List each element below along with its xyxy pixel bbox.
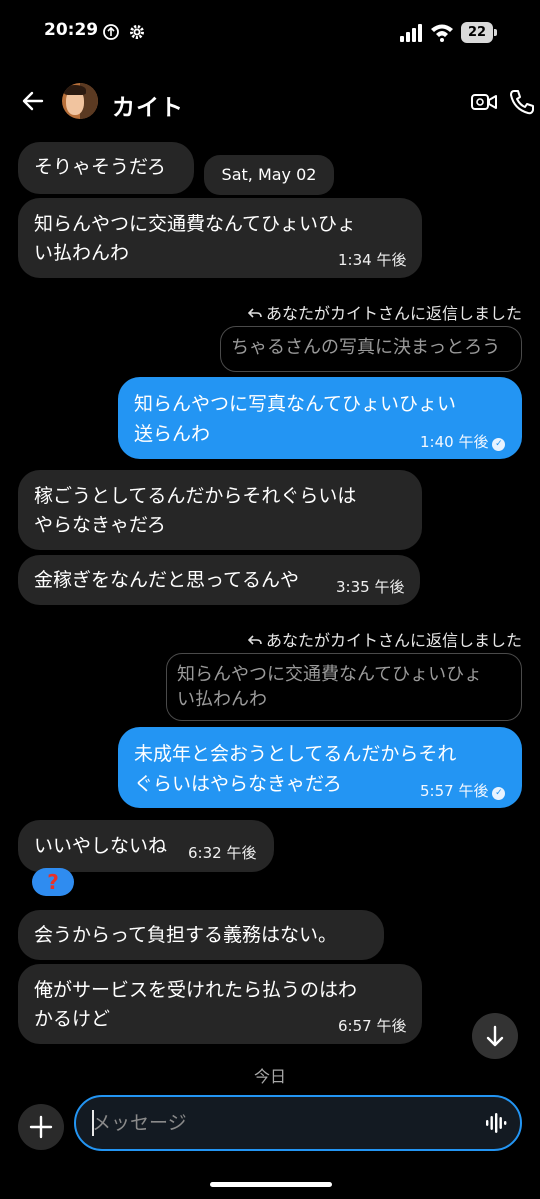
voice-wave-icon[interactable] (484, 1111, 508, 1135)
home-indicator[interactable] (210, 1182, 332, 1187)
gear-icon (130, 25, 144, 39)
message-meta: 1:40 午後 ✓ (420, 427, 506, 457)
message-text-line: 知らんやつに写真なんてひょいひょい (134, 393, 457, 415)
sync-icon (103, 24, 119, 40)
message-text: いいやしないね (34, 835, 168, 857)
message-time: 6:57 午後 (338, 1017, 407, 1035)
message-text: そりゃそうだろ (34, 156, 166, 178)
message-incoming[interactable]: 稼ごうとしてるんだからそれぐらいは やらなきゃだろ (18, 470, 422, 550)
reply-header: あなたがカイトさんに返信しました (247, 627, 522, 651)
status-bar: 20:29 22 (0, 0, 540, 64)
message-text-line: やらなきゃだろ (34, 514, 166, 536)
plus-icon (29, 1115, 53, 1139)
battery-level: 22 (461, 22, 493, 43)
message-text: 会うからって負担する義務はない。 (34, 924, 338, 946)
message-input[interactable] (92, 1107, 472, 1139)
message-time: 1:40 午後 (420, 433, 489, 451)
signal-icon (400, 24, 422, 42)
message-time: 1:34 午後 (338, 251, 407, 269)
reply-quote[interactable]: 知らんやつに交通費なんてひょいひょ い払わんわ (166, 653, 522, 721)
status-time: 20:29 (44, 20, 99, 40)
chat-header: カイト (0, 78, 540, 126)
reply-label-text: あなたがカイトさんに返信しました (265, 631, 522, 650)
wifi-icon (431, 24, 453, 42)
message-incoming[interactable]: そりゃそうだろ (18, 142, 194, 194)
message-incoming[interactable]: 会うからって負担する義務はない。 (18, 910, 384, 960)
reaction-badge[interactable]: ? (32, 868, 74, 896)
message-text-line: 知らんやつに交通費なんてひょいひょ (34, 213, 357, 235)
reply-header: あなたがカイトさんに返信しました (247, 300, 522, 324)
read-check-icon: ✓ (492, 787, 506, 800)
message-time: 5:57 午後 (420, 782, 489, 800)
message-text-line: 俺がサービスを受けれたら払うのはわ (34, 979, 358, 1001)
today-separator: 今日 (253, 1067, 286, 1086)
video-call-icon[interactable] (470, 88, 498, 116)
message-outgoing[interactable]: 知らんやつに写真なんてひょいひょい 送らんわ 1:40 午後 ✓ (118, 377, 522, 459)
reply-quote-text: 知らんやつに交通費なんてひょいひょ (177, 664, 483, 685)
scroll-to-bottom-button[interactable] (472, 1013, 518, 1059)
message-incoming[interactable]: いいやしないね 6:32 午後 (18, 820, 274, 872)
add-attachment-button[interactable] (18, 1104, 64, 1150)
date-separator: Sat, May 02 (204, 155, 334, 195)
message-text-line: 稼ごうとしてるんだからそれぐらいは (34, 485, 357, 507)
message-incoming[interactable]: 知らんやつに交通費なんてひょいひょ い払わんわ 1:34 午後 (18, 198, 422, 278)
message-time: 3:35 午後 (336, 578, 405, 596)
reply-label-text: あなたがカイトさんに返信しました (265, 304, 522, 323)
message-outgoing[interactable]: 未成年と会おうとしてるんだからそれ ぐらいはやらなきゃだろ 5:57 午後 ✓ (118, 727, 522, 808)
reply-arrow-icon (247, 308, 262, 318)
reply-quote-text: ちゃるさんの写真に決まっとろう (231, 337, 501, 358)
contact-name[interactable]: カイト (112, 88, 184, 122)
message-composer[interactable] (74, 1095, 522, 1151)
message-incoming[interactable]: 金稼ぎをなんだと思ってるんや 3:35 午後 (18, 555, 420, 605)
chevron-down-icon (486, 1025, 504, 1047)
message-incoming[interactable]: 俺がサービスを受けれたら払うのはわ かるけど 6:57 午後 (18, 964, 422, 1044)
reply-quote[interactable]: ちゃるさんの写真に決まっとろう (220, 326, 522, 372)
reply-quote-text: い払わんわ (177, 689, 267, 710)
message-time: 6:32 午後 (188, 844, 257, 862)
message-text: 金稼ぎをなんだと思ってるんや (34, 569, 300, 591)
reply-arrow-icon (247, 635, 262, 645)
phone-icon[interactable] (508, 88, 536, 116)
back-arrow-icon[interactable] (20, 88, 46, 114)
avatar[interactable] (62, 83, 98, 119)
message-meta: 5:57 午後 ✓ (420, 776, 506, 806)
message-text-line: 未成年と会おうとしてるんだからそれ (134, 743, 457, 765)
battery-icon: 22 (461, 22, 497, 43)
read-check-icon: ✓ (492, 438, 506, 451)
